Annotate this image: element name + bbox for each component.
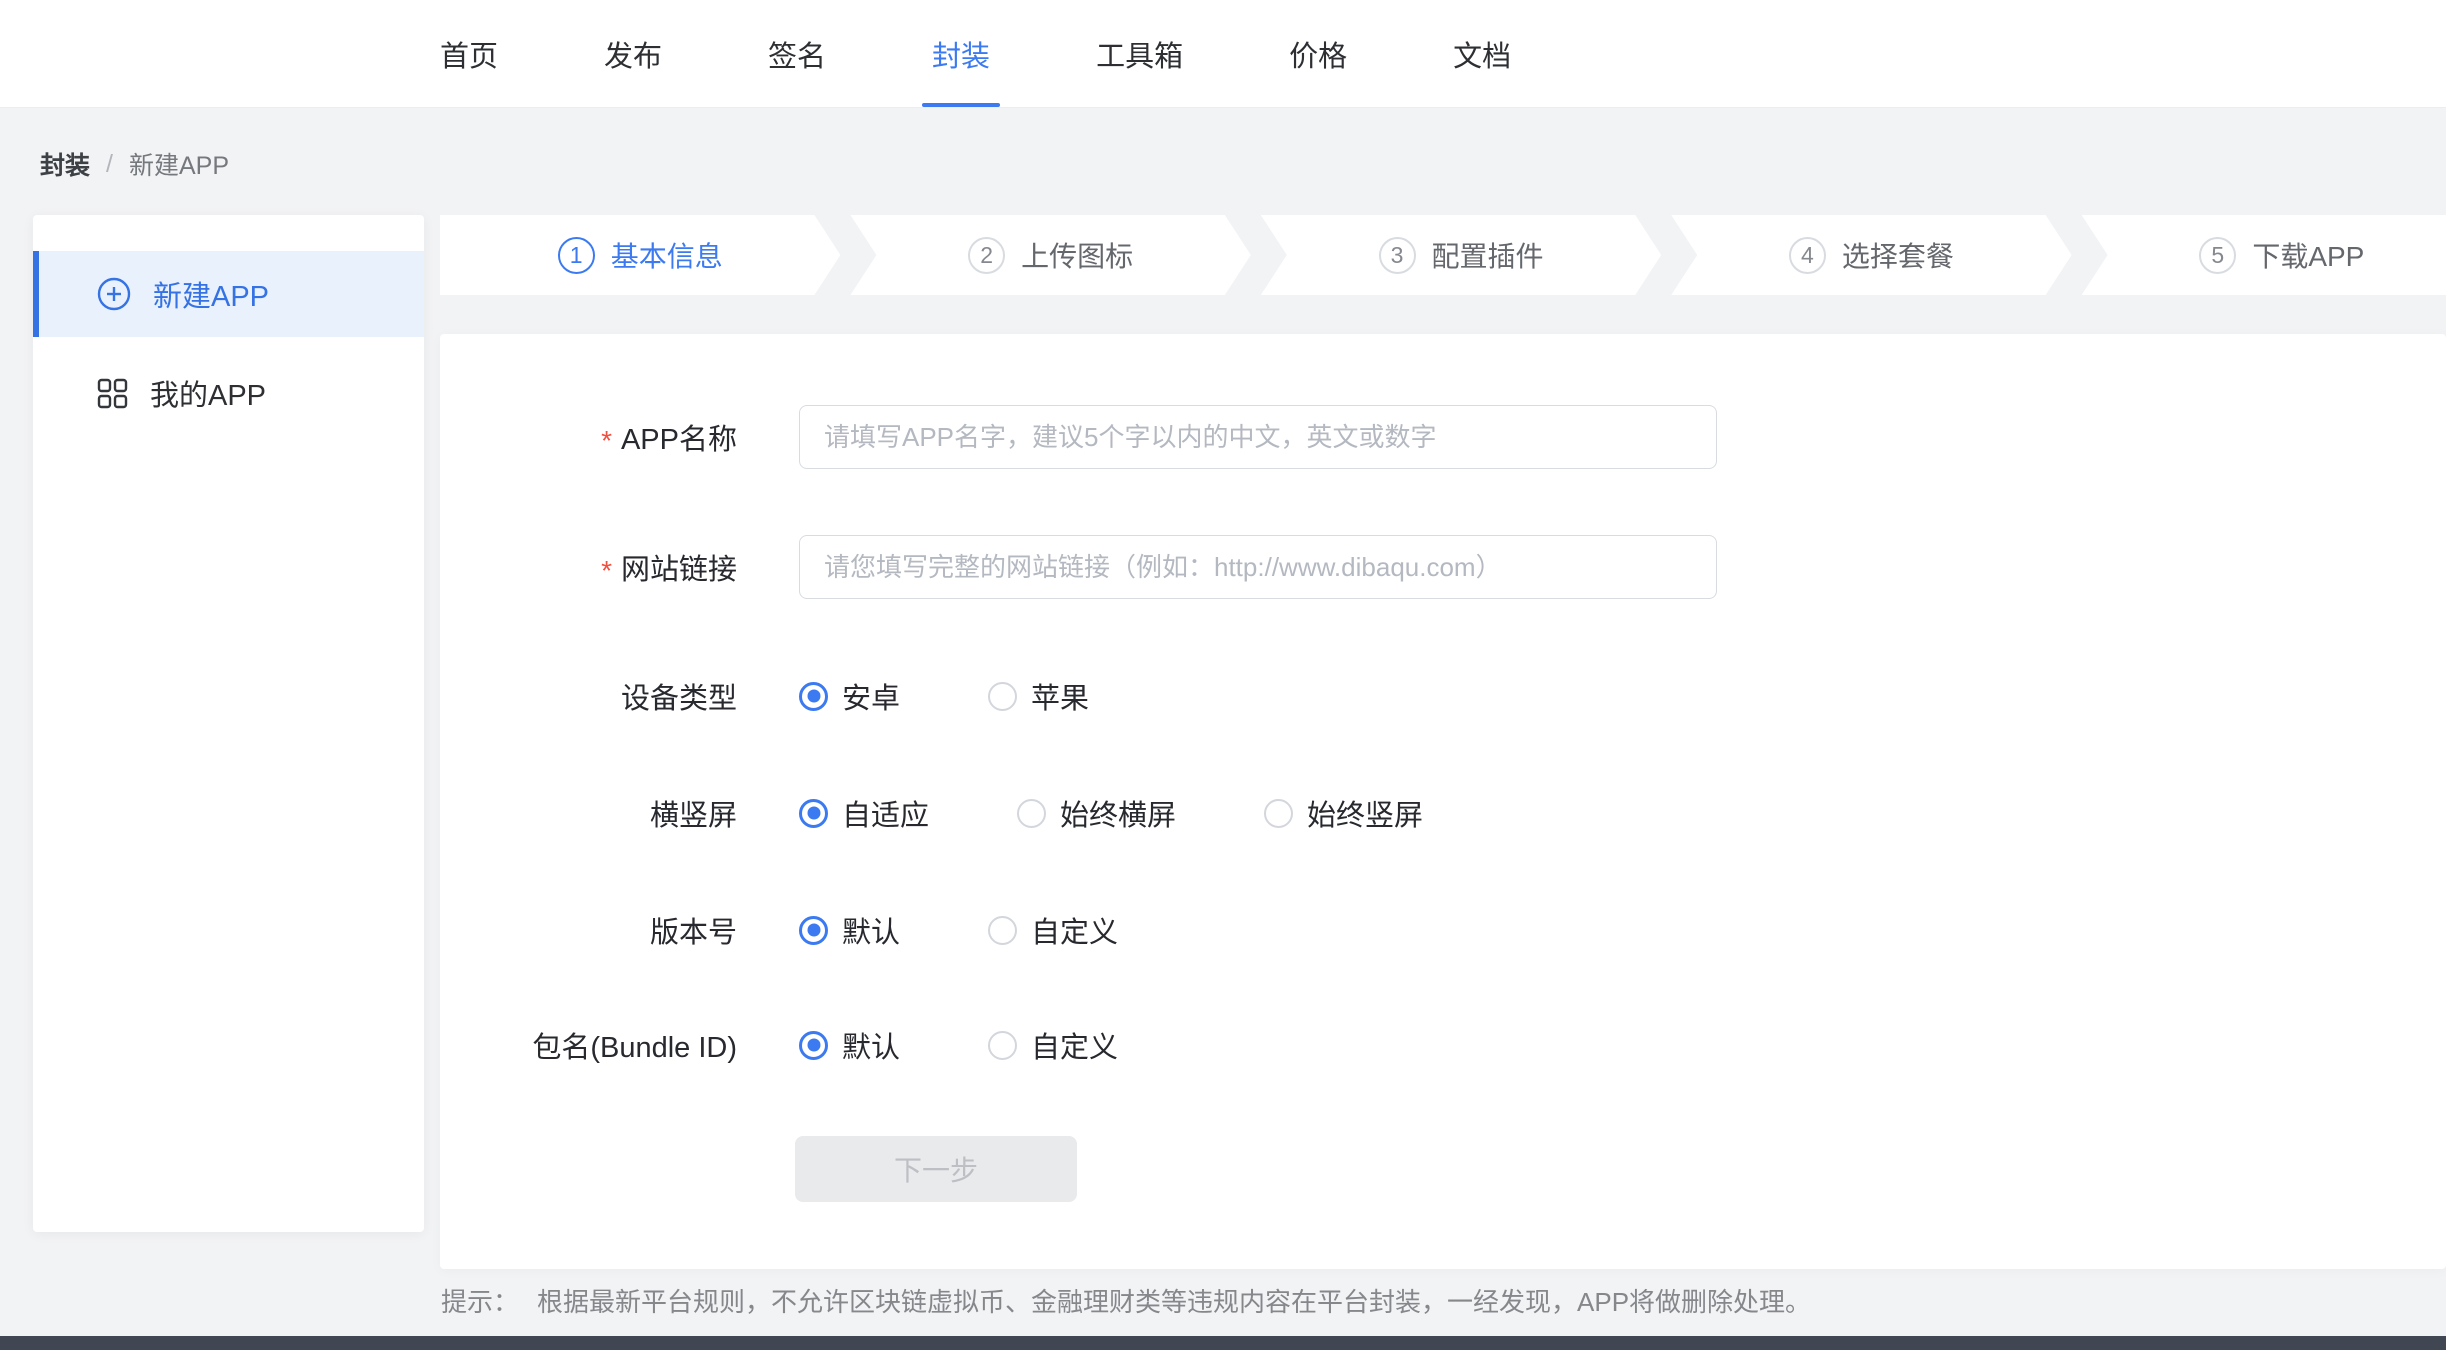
- step-choose-plan[interactable]: 4 选择套餐: [1671, 215, 2071, 295]
- step-download-app[interactable]: 5 下载APP: [2082, 215, 2446, 295]
- sidebar-item-my-app[interactable]: 我的APP: [33, 361, 424, 425]
- radio-bundle-custom[interactable]: 自定义: [988, 1024, 1118, 1066]
- radio-circle-icon: [988, 916, 1017, 945]
- radio-bundle-default[interactable]: 默认: [799, 1024, 900, 1066]
- step-number: 2: [968, 237, 1005, 274]
- step-number: 3: [1379, 237, 1416, 274]
- bundle-id-radio-group: 默认 自定义: [799, 1024, 1206, 1066]
- radio-always-portrait[interactable]: 始终竖屏: [1264, 792, 1423, 834]
- breadcrumb-separator: /: [106, 150, 113, 179]
- grid-icon: [97, 378, 128, 409]
- radio-circle-icon: [799, 916, 828, 945]
- breadcrumb: 封装 / 新建APP: [40, 146, 229, 182]
- platform-rules-hint: 提示： 根据最新平台规则，不允许区块链虚拟币、金融理财类等违规内容在平台封装，一…: [441, 1282, 1811, 1319]
- breadcrumb-new-app: 新建APP: [129, 146, 229, 182]
- sidebar-item-label: 我的APP: [150, 372, 266, 414]
- radio-circle-icon: [799, 682, 828, 711]
- radio-auto-adapt[interactable]: 自适应: [799, 792, 929, 834]
- step-label: 配置插件: [1432, 235, 1544, 275]
- plus-circle-icon: [97, 277, 131, 311]
- version-radio-group: 默认 自定义: [799, 909, 1206, 951]
- step-basic-info[interactable]: 1 基本信息: [440, 215, 840, 295]
- required-mark: *: [601, 427, 612, 455]
- field-label: 横竖屏: [440, 792, 737, 834]
- radio-circle-icon: [988, 1031, 1017, 1060]
- sidebar: 新建APP 我的APP: [33, 215, 424, 1232]
- radio-always-landscape[interactable]: 始终横屏: [1017, 792, 1176, 834]
- nav-item-docs[interactable]: 文档: [1453, 0, 1511, 107]
- radio-circle-icon: [988, 682, 1017, 711]
- hint-prefix: 提示：: [441, 1282, 519, 1319]
- orientation-radio-group: 自适应 始终横屏 始终竖屏: [799, 792, 1511, 834]
- radio-version-default[interactable]: 默认: [799, 909, 900, 951]
- radio-circle-icon: [1017, 799, 1046, 828]
- sidebar-item-label: 新建APP: [153, 273, 269, 315]
- hint-text: 根据最新平台规则，不允许区块链虚拟币、金融理财类等违规内容在平台封装，一经发现，…: [537, 1282, 1811, 1319]
- nav-item-publish[interactable]: 发布: [604, 0, 662, 107]
- form-row-site-url: * 网站链接: [440, 535, 2446, 599]
- form-row-version: 版本号 默认 自定义: [440, 908, 2446, 952]
- field-label: * 网站链接: [440, 546, 737, 588]
- field-label: 包名(Bundle ID): [440, 1024, 737, 1066]
- step-label: 下载APP: [2252, 235, 2364, 275]
- nav-item-home[interactable]: 首页: [440, 0, 498, 107]
- nav-item-toolbox[interactable]: 工具箱: [1096, 0, 1183, 107]
- step-label: 上传图标: [1021, 235, 1133, 275]
- top-navbar: 首页 发布 签名 封装 工具箱 价格 文档: [0, 0, 2446, 108]
- app-name-input[interactable]: [799, 405, 1717, 469]
- radio-circle-icon: [799, 1031, 828, 1060]
- device-type-radio-group: 安卓 苹果: [799, 675, 1177, 717]
- next-step-button[interactable]: 下一步: [795, 1136, 1077, 1202]
- step-upload-icon[interactable]: 2 上传图标: [850, 215, 1250, 295]
- footer-strip: [0, 1336, 2446, 1350]
- radio-android[interactable]: 安卓: [799, 675, 900, 717]
- form-row-bundle-id: 包名(Bundle ID) 默认 自定义: [440, 1023, 2446, 1067]
- nav-item-package[interactable]: 封装: [932, 0, 990, 107]
- radio-ios[interactable]: 苹果: [988, 675, 1089, 717]
- step-label: 基本信息: [611, 235, 723, 275]
- field-label: 设备类型: [440, 675, 737, 717]
- nav-item-price[interactable]: 价格: [1289, 0, 1347, 107]
- step-label: 选择套餐: [1842, 235, 1954, 275]
- field-label: 版本号: [440, 909, 737, 951]
- step-number: 1: [558, 237, 595, 274]
- step-number: 5: [2199, 237, 2236, 274]
- radio-circle-icon: [799, 799, 828, 828]
- sidebar-item-new-app[interactable]: 新建APP: [33, 251, 424, 337]
- form-row-device-type: 设备类型 安卓 苹果: [440, 674, 2446, 718]
- step-configure-plugins[interactable]: 3 配置插件: [1261, 215, 1661, 295]
- step-number: 4: [1789, 237, 1826, 274]
- form-row-app-name: * APP名称: [440, 405, 2446, 469]
- form-row-orientation: 横竖屏 自适应 始终横屏 始终竖屏: [440, 791, 2446, 835]
- site-url-input[interactable]: [799, 535, 1717, 599]
- form-card: * APP名称 * 网站链接 设备类型 安卓 苹果 横竖屏: [440, 334, 2446, 1269]
- radio-circle-icon: [1264, 799, 1293, 828]
- field-label: * APP名称: [440, 416, 737, 458]
- breadcrumb-package[interactable]: 封装: [40, 146, 90, 182]
- nav-item-sign[interactable]: 签名: [768, 0, 826, 107]
- step-wizard: 1 基本信息 2 上传图标 3 配置插件 4 选择套餐 5 下载APP: [440, 215, 2446, 295]
- required-mark: *: [601, 557, 612, 585]
- radio-version-custom[interactable]: 自定义: [988, 909, 1118, 951]
